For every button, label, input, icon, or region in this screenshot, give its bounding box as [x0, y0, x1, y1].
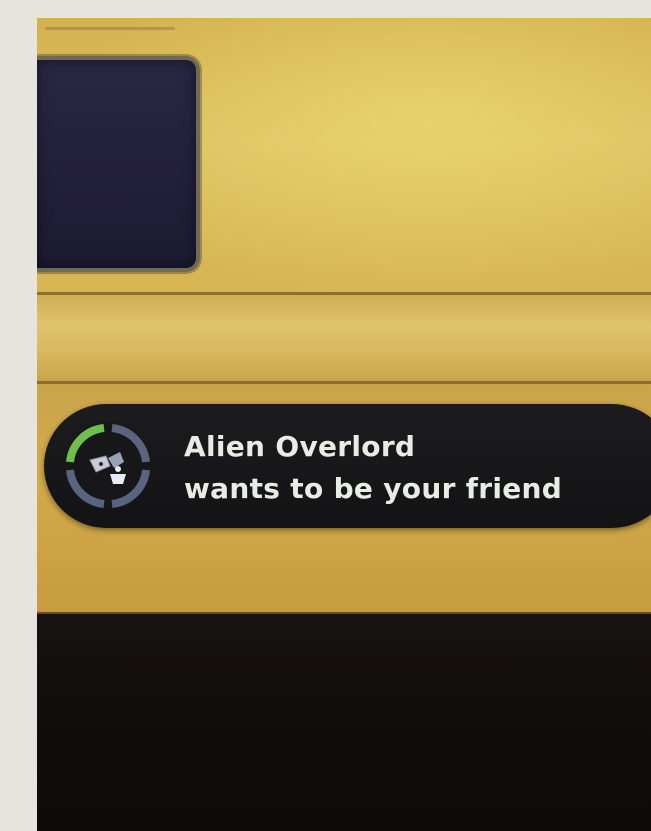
friend-request-notification[interactable]: Alien Overlord wants to be your friend [44, 404, 651, 528]
top-edge-detail [45, 27, 175, 30]
friend-request-icon [64, 422, 152, 510]
bottom-dark-area [37, 612, 651, 831]
sender-name: Alien Overlord [184, 430, 416, 463]
dark-panel [37, 56, 200, 272]
notification-text: Alien Overlord wants to be your friend [184, 426, 562, 510]
horizontal-band [37, 292, 651, 384]
notification-message: wants to be your friend [184, 472, 563, 505]
top-area [37, 18, 651, 292]
game-screen: Alien Overlord wants to be your friend [37, 18, 651, 831]
